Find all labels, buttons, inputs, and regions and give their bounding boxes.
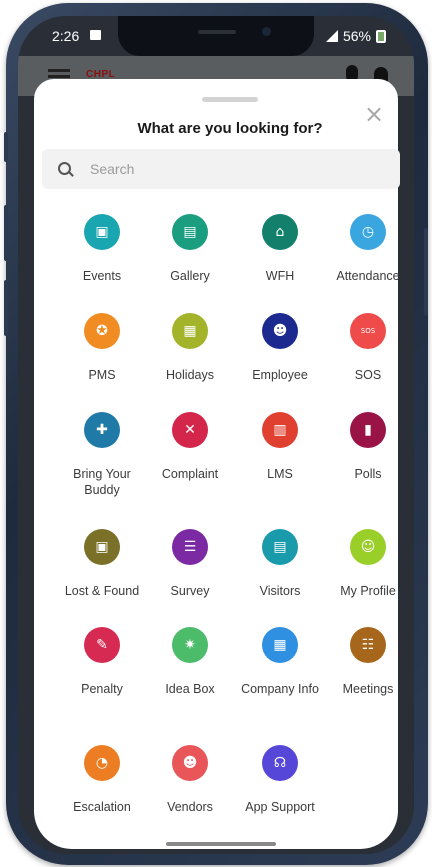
employee-icon: ☻ [262, 313, 298, 349]
holidays-icon: ▦ [172, 313, 208, 349]
vendors-icon: ☻ [172, 745, 208, 781]
calendar-icon: ▣ [84, 214, 120, 250]
tile-label: My Profile [340, 584, 396, 598]
tile-visitors[interactable]: ▤ Visitors [236, 529, 324, 599]
tile-label: Events [82, 269, 122, 283]
meetings-icon: ☷ [350, 627, 386, 663]
signal-icon [325, 30, 338, 42]
tile-employee[interactable]: ☻ Employee [236, 313, 324, 383]
headset-icon: ☊ [262, 745, 298, 781]
tile-label: SOS [354, 368, 382, 382]
tools-icon: ✕ [172, 412, 208, 448]
tile-label: Bring Your Buddy [73, 467, 131, 497]
side-button [4, 132, 8, 162]
tile-label: Survey [170, 584, 210, 598]
sos-icon: SOS [350, 313, 386, 349]
idea-box-icon: ✷ [172, 627, 208, 663]
gallery-icon: ▤ [172, 214, 208, 250]
tile-app-support[interactable]: ☊ App Support [236, 745, 324, 815]
tile-complaint[interactable]: ✕ Complaint [146, 412, 234, 482]
tile-penalty[interactable]: ✎ Penalty [58, 627, 146, 697]
tile-meetings[interactable]: ☷ Meetings [324, 627, 412, 697]
tile-label: PMS [88, 368, 116, 382]
tile-idea-box[interactable]: ✷ Idea Box [146, 627, 234, 697]
tile-label: Polls [354, 467, 382, 481]
tile-label: Holidays [166, 368, 214, 382]
tile-attendance[interactable]: ◷ Attendance [324, 214, 412, 284]
side-button [424, 228, 428, 316]
tile-label: Visitors [259, 584, 301, 598]
tile-label: Escalation [73, 800, 131, 814]
tile-label: Gallery [170, 269, 210, 283]
tile-label: Idea Box [165, 682, 215, 696]
tile-lost-found[interactable]: ▣ Lost & Found [58, 529, 146, 599]
tile-sos[interactable]: SOS SOS [324, 313, 412, 383]
tile-label: Vendors [167, 800, 213, 814]
notch [118, 16, 314, 56]
tile-label: App Support [245, 800, 315, 814]
buddy-icon: ✚ [84, 412, 120, 448]
side-button [4, 280, 8, 336]
tile-gallery[interactable]: ▤ Gallery [146, 214, 234, 284]
tile-wfh[interactable]: ⌂ WFH [236, 214, 324, 284]
tile-label: Employee [252, 368, 308, 382]
survey-icon: ☰ [172, 529, 208, 565]
tile-bring-your-buddy[interactable]: ✚ Bring Your Buddy [58, 412, 146, 498]
penalty-icon: ✎ [84, 627, 120, 663]
status-indicators: 56% [325, 28, 386, 44]
tile-my-profile[interactable]: ☺ My Profile [324, 529, 412, 599]
battery-icon [376, 29, 386, 43]
tile-label: Company Info [241, 682, 319, 696]
tile-vendors[interactable]: ☻ Vendors [146, 745, 234, 815]
tile-events[interactable]: ▣ Events [58, 214, 146, 284]
tile-label: WFH [265, 269, 295, 283]
tile-label: Attendance [336, 269, 400, 283]
speaker-grille [198, 30, 236, 34]
tile-survey[interactable]: ☰ Survey [146, 529, 234, 599]
polls-icon: ▮ [350, 412, 386, 448]
tile-polls[interactable]: ▮ Polls [324, 412, 412, 482]
feature-sheet: × What are you looking for? ▣Events▤Gall… [34, 79, 400, 849]
status-time: 2:26 [52, 28, 80, 44]
lost-found-icon: ▣ [84, 529, 120, 565]
tile-label: Lost & Found [64, 584, 140, 598]
tile-escalation[interactable]: ◔ Escalation [58, 745, 146, 815]
tile-pms[interactable]: ✪ PMS [58, 313, 146, 383]
tile-holidays[interactable]: ▦ Holidays [146, 313, 234, 383]
phone-screen: 2:26 56% CHPL × What are you looking for… [18, 16, 414, 854]
visitors-icon: ▤ [262, 529, 298, 565]
lms-icon: ▥ [262, 412, 298, 448]
home-icon: ⌂ [262, 214, 298, 250]
tile-company-info[interactable]: ▦ Company Info [236, 627, 324, 697]
side-button [4, 205, 8, 261]
tile-lms[interactable]: ▥ LMS [236, 412, 324, 482]
pms-icon: ✪ [84, 313, 120, 349]
feature-grid: ▣ Events ▤ Gallery ⌂ WFH ◷ Attendance ✪ PMS ▦ Holid… [34, 79, 400, 849]
profile-icon: ☺ [350, 529, 386, 565]
home-indicator[interactable] [166, 842, 276, 846]
tile-label: LMS [267, 467, 293, 481]
tile-label: Meetings [342, 682, 394, 696]
tile-label: Penalty [81, 682, 123, 696]
building-icon: ▦ [262, 627, 298, 663]
escalation-icon: ◔ [84, 745, 120, 781]
front-camera [262, 27, 271, 36]
battery-percent: 56% [342, 28, 371, 44]
attendance-icon: ◷ [350, 214, 386, 250]
image-notification-icon [90, 30, 101, 40]
tile-label: Complaint [161, 467, 219, 481]
